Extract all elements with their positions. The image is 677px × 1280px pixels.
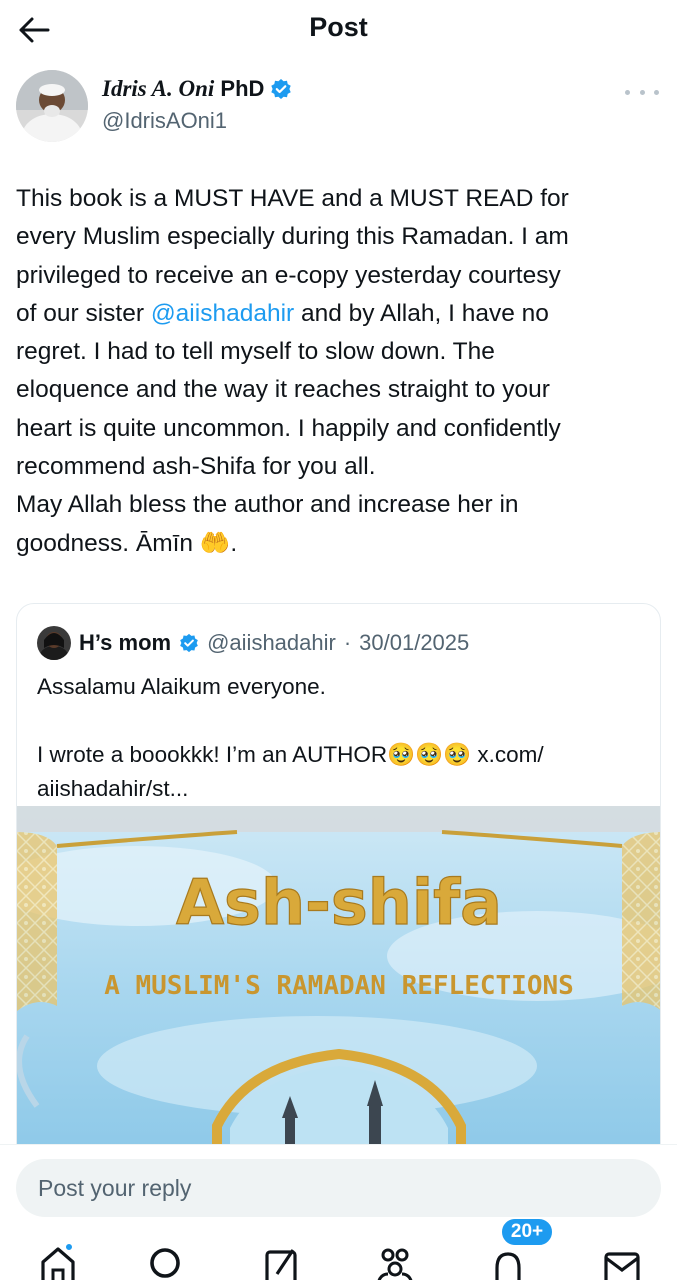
quoted-text-line: I wrote a boookkk! I’m an AUTHOR🥹🥹🥹 x.co… — [37, 742, 544, 767]
page-title: Post — [309, 12, 368, 42]
quoted-post-text: Assalamu Alaikum everyone. I wrote a boo… — [37, 670, 647, 806]
compose-icon — [265, 1249, 297, 1280]
communities-icon — [377, 1248, 413, 1280]
post-text-line: recommend ash-Shifa for you all. — [16, 453, 376, 481]
quoted-author-avatar — [37, 626, 71, 660]
post-author: Idris A. Oni PhD @IdrisAOni1 — [16, 70, 661, 146]
verified-badge-icon — [180, 633, 198, 653]
nav-notifications[interactable] — [486, 1244, 530, 1280]
book-cover-image[interactable]: Ash-shifa A MUSLIM'S RAMADAN REFLECTIONS — [17, 806, 660, 1162]
more-dot-icon — [654, 89, 659, 95]
nav-compose[interactable] — [260, 1244, 304, 1280]
top-bar: Post — [0, 0, 677, 60]
more-dot-icon — [639, 89, 645, 95]
author-name[interactable]: Idris A. Oni PhD — [102, 76, 292, 102]
post-text-line: heart is quite uncommon. I happily and c… — [16, 414, 561, 442]
mention-link[interactable]: @aiishadahir — [151, 300, 294, 327]
post-text: This book is a MUST HAVE and a MUST READ… — [16, 180, 661, 563]
quoted-post-header: H’s mom @aiishadahir · 30/01/2025 — [37, 626, 469, 660]
post-text-line: This book is a MUST HAVE and a MUST READ… — [16, 185, 569, 212]
bottom-nav — [0, 1230, 677, 1280]
notifications-icon — [495, 1252, 521, 1280]
post-text-line: every Muslim especially during this Rama… — [16, 223, 569, 251]
author-name-suffix: PhD — [220, 76, 265, 101]
meta-separator: · — [343, 630, 352, 655]
book-subtitle: A MUSLIM'S RAMADAN REFLECTIONS — [104, 971, 574, 1001]
quoted-author-name: H’s mom — [79, 630, 172, 655]
book-title: Ash-shifa — [176, 866, 502, 939]
nav-search[interactable] — [144, 1244, 188, 1280]
post-text-line: privileged to receive an e-copy yesterda… — [16, 261, 561, 289]
post-text-segment: of our sister — [16, 299, 151, 327]
nav-messages[interactable] — [600, 1244, 644, 1280]
reply-input[interactable]: Post your reply — [16, 1159, 661, 1217]
post-text-line: of our sister @aiishadahir and by Allah,… — [16, 295, 661, 333]
quoted-author-handle: @aiishadahir — [207, 630, 336, 655]
quoted-post[interactable]: H’s mom @aiishadahir · 30/01/2025 Assala… — [16, 603, 661, 1163]
home-notification-dot — [64, 1242, 74, 1252]
quoted-text-line: Assalamu Alaikum everyone. — [37, 674, 326, 699]
search-icon — [150, 1248, 180, 1278]
post-text-line: goodness. Āmīn 🤲. — [16, 529, 238, 557]
more-dot-icon — [625, 89, 630, 95]
author-name-main: Idris A. Oni — [102, 76, 215, 101]
verified-badge-icon — [271, 79, 292, 99]
post-text-line: eloquence and the way it reaches straigh… — [16, 376, 550, 404]
post-text-segment: and by Allah, I have no — [294, 299, 549, 327]
nav-home[interactable] — [36, 1242, 80, 1280]
more-options-button[interactable] — [625, 82, 659, 102]
author-avatar[interactable] — [16, 70, 88, 142]
post-text-line: May Allah bless the author and increase … — [16, 491, 519, 519]
quoted-post-date: 30/01/2025 — [359, 630, 470, 655]
author-handle[interactable]: @IdrisAOni1 — [102, 108, 227, 134]
nav-communities[interactable] — [373, 1244, 417, 1280]
post-text-line: regret. I had to tell myself to slow dow… — [16, 338, 495, 366]
quoted-text-line: aiishadahir/st... — [37, 776, 189, 801]
mail-icon — [604, 1252, 640, 1280]
notifications-badge: 20+ — [500, 1217, 554, 1247]
